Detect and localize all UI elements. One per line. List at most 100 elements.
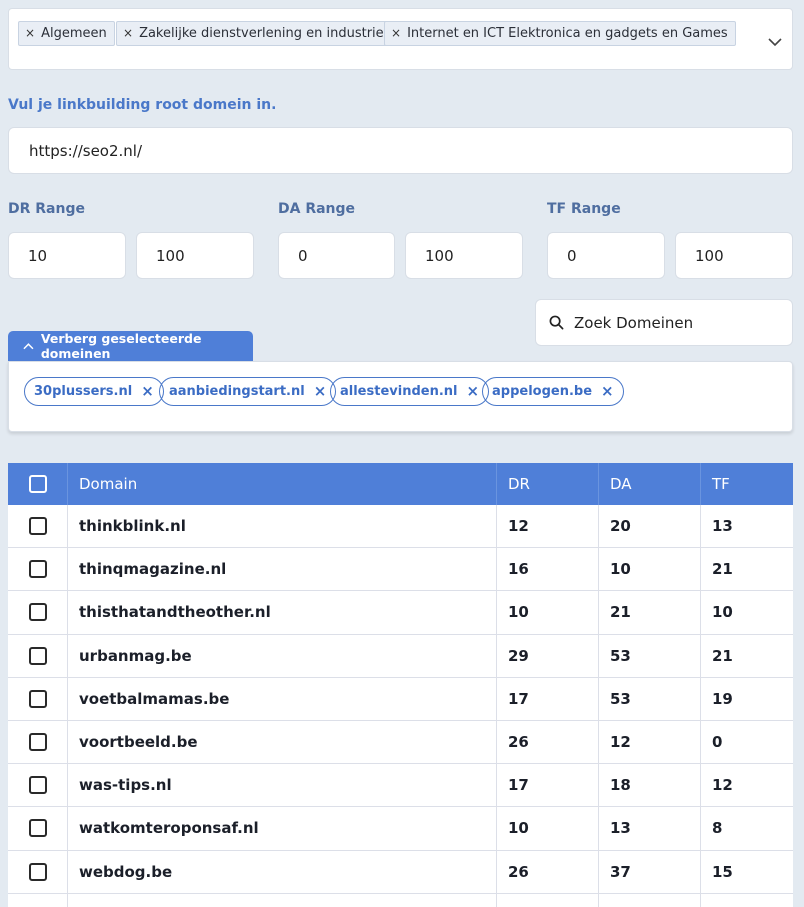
selected-domains-panel: 30plussers.nl × aanbiedingstart.nl × alles… (8, 361, 793, 432)
cell-dr: 16 (497, 548, 599, 591)
header-tf[interactable]: TF (701, 463, 793, 505)
row-checkbox[interactable] (28, 862, 47, 881)
table-row[interactable]: voetbalmamas.be 17 53 19 (8, 677, 793, 721)
dr-range-label: DR Range (8, 201, 85, 217)
row-checkbox[interactable] (28, 517, 47, 536)
chip-label: aanbiedingstart.nl (169, 384, 305, 399)
category-tag-label: Zakelijke dienstverlening en industrie (139, 26, 384, 41)
table-row[interactable]: voortbeeld.be 26 12 0 (8, 720, 793, 765)
remove-tag-icon[interactable]: × (25, 26, 35, 40)
category-tag-label: Internet en ICT Elektronica en gadgets e… (407, 26, 728, 41)
cell-da: 20 (599, 505, 701, 548)
row-checkbox-cell (8, 548, 68, 591)
tf-range-label: TF Range (547, 201, 621, 217)
header-da[interactable]: DA (599, 463, 701, 505)
row-checkbox-cell (8, 591, 68, 634)
cell-dr: 10 (497, 807, 599, 850)
cell-tf: 13 (712, 517, 733, 536)
table-row[interactable] (8, 893, 793, 907)
cell-da (599, 893, 701, 907)
header-domain[interactable]: Domain (68, 463, 497, 505)
table-row[interactable]: urbanmag.be 29 53 21 (8, 634, 793, 678)
cell-dr: 29 (497, 634, 599, 677)
cell-tf: 21 (712, 560, 733, 579)
dr-max-input[interactable]: 100 (136, 232, 254, 279)
row-checkbox[interactable] (28, 603, 47, 622)
row-checkbox-cell (8, 807, 68, 850)
cell-dr: 26 (497, 720, 599, 764)
remove-chip-icon[interactable]: × (141, 378, 154, 405)
row-checkbox[interactable] (28, 733, 47, 752)
table-row[interactable]: thinkblink.nl 12 20 13 (8, 505, 793, 549)
cell-domain: thinqmagazine.nl (68, 548, 497, 591)
row-checkbox[interactable] (28, 646, 47, 665)
selected-domain-chip: aanbiedingstart.nl × (159, 377, 337, 406)
cell-domain: was-tips.nl (68, 764, 497, 807)
chip-label: appelogen.be (492, 384, 593, 399)
da-max-input[interactable]: 100 (405, 232, 523, 279)
category-tag[interactable]: × Internet en ICT Elektronica en gadgets … (384, 21, 736, 46)
row-checkbox[interactable] (28, 819, 47, 838)
cell-tf: 21 (712, 646, 733, 665)
category-tag[interactable]: × Algemeen (18, 21, 115, 46)
category-tag-label: Algemeen (41, 26, 107, 41)
table-header: Domain DR DA TF (8, 463, 793, 505)
toggle-label: Verberg geselecteerde domeinen (40, 331, 202, 361)
chevron-down-icon[interactable] (768, 37, 782, 47)
cell-domain: voortbeeld.be (68, 720, 497, 764)
table-row[interactable]: thisthatandtheother.nl 10 21 10 (8, 591, 793, 635)
row-checkbox-cell (8, 634, 68, 677)
selected-domain-chip: allestevinden.nl × (330, 377, 490, 406)
remove-chip-icon[interactable]: × (601, 378, 614, 405)
row-checkbox-cell (8, 850, 68, 893)
cell-da: 12 (599, 720, 701, 764)
cell-dr: 17 (497, 677, 599, 720)
remove-chip-icon[interactable]: × (314, 378, 327, 405)
cell-tf (701, 894, 793, 907)
table-row[interactable]: was-tips.nl 17 18 12 (8, 764, 793, 808)
selected-domain-chip: appelogen.be × (482, 377, 624, 406)
table-row[interactable]: webdog.be 26 37 15 (8, 850, 793, 894)
row-checkbox[interactable] (28, 689, 47, 708)
da-min-input[interactable]: 0 (278, 232, 395, 279)
root-domain-input[interactable]: https://seo2.nl/ (8, 127, 793, 174)
da-range-label: DA Range (278, 201, 356, 217)
cell-domain: webdog.be (68, 850, 497, 893)
row-checkbox[interactable] (28, 560, 47, 579)
category-tag[interactable]: × Zakelijke dienstverlening en industrie (116, 21, 392, 46)
row-checkbox-cell (8, 720, 68, 764)
cell-domain: watkomteroponsaf.nl (68, 807, 497, 850)
remove-chip-icon[interactable]: × (466, 378, 479, 405)
cell-da: 18 (599, 764, 701, 807)
remove-tag-icon[interactable]: × (391, 26, 401, 40)
cell-dr: 26 (497, 850, 599, 893)
table-row[interactable]: thinqmagazine.nl 16 10 21 (8, 548, 793, 592)
chip-label: 30plussers.nl (34, 384, 133, 399)
dr-min-input[interactable]: 10 (8, 232, 126, 279)
row-checkbox[interactable] (28, 776, 47, 795)
chip-label: allestevinden.nl (340, 384, 458, 399)
remove-tag-icon[interactable]: × (123, 26, 133, 40)
category-multiselect[interactable]: × Algemeen × Zakelijke dienstverlening en … (8, 8, 793, 70)
toggle-selected-domains-button[interactable]: Verberg geselecteerde domeinen (8, 331, 253, 361)
tf-min-input[interactable]: 0 (547, 232, 665, 279)
domains-table: Domain DR DA TF thinkblink.nl 12 20 13 t… (8, 463, 793, 907)
cell-domain: urbanmag.be (68, 634, 497, 677)
domain-input-label: Vul je linkbuilding root domein in. (8, 97, 277, 113)
row-checkbox-cell (8, 893, 68, 907)
cell-domain (68, 893, 497, 907)
select-all-checkbox[interactable] (28, 475, 47, 493)
header-dr[interactable]: DR (497, 463, 599, 505)
cell-dr: 17 (497, 764, 599, 807)
row-checkbox-cell (8, 677, 68, 720)
cell-tf: 8 (712, 819, 723, 838)
cell-da: 53 (599, 677, 701, 720)
tf-max-input[interactable]: 100 (675, 232, 793, 279)
cell-tf: 0 (712, 733, 723, 752)
row-checkbox-cell (8, 764, 68, 807)
table-row[interactable]: watkomteroponsaf.nl 10 13 8 (8, 807, 793, 851)
cell-da: 10 (599, 548, 701, 591)
cell-dr: 10 (497, 591, 599, 634)
search-domains-input[interactable]: Zoek Domeinen (535, 299, 793, 346)
chevron-up-icon (23, 343, 34, 350)
